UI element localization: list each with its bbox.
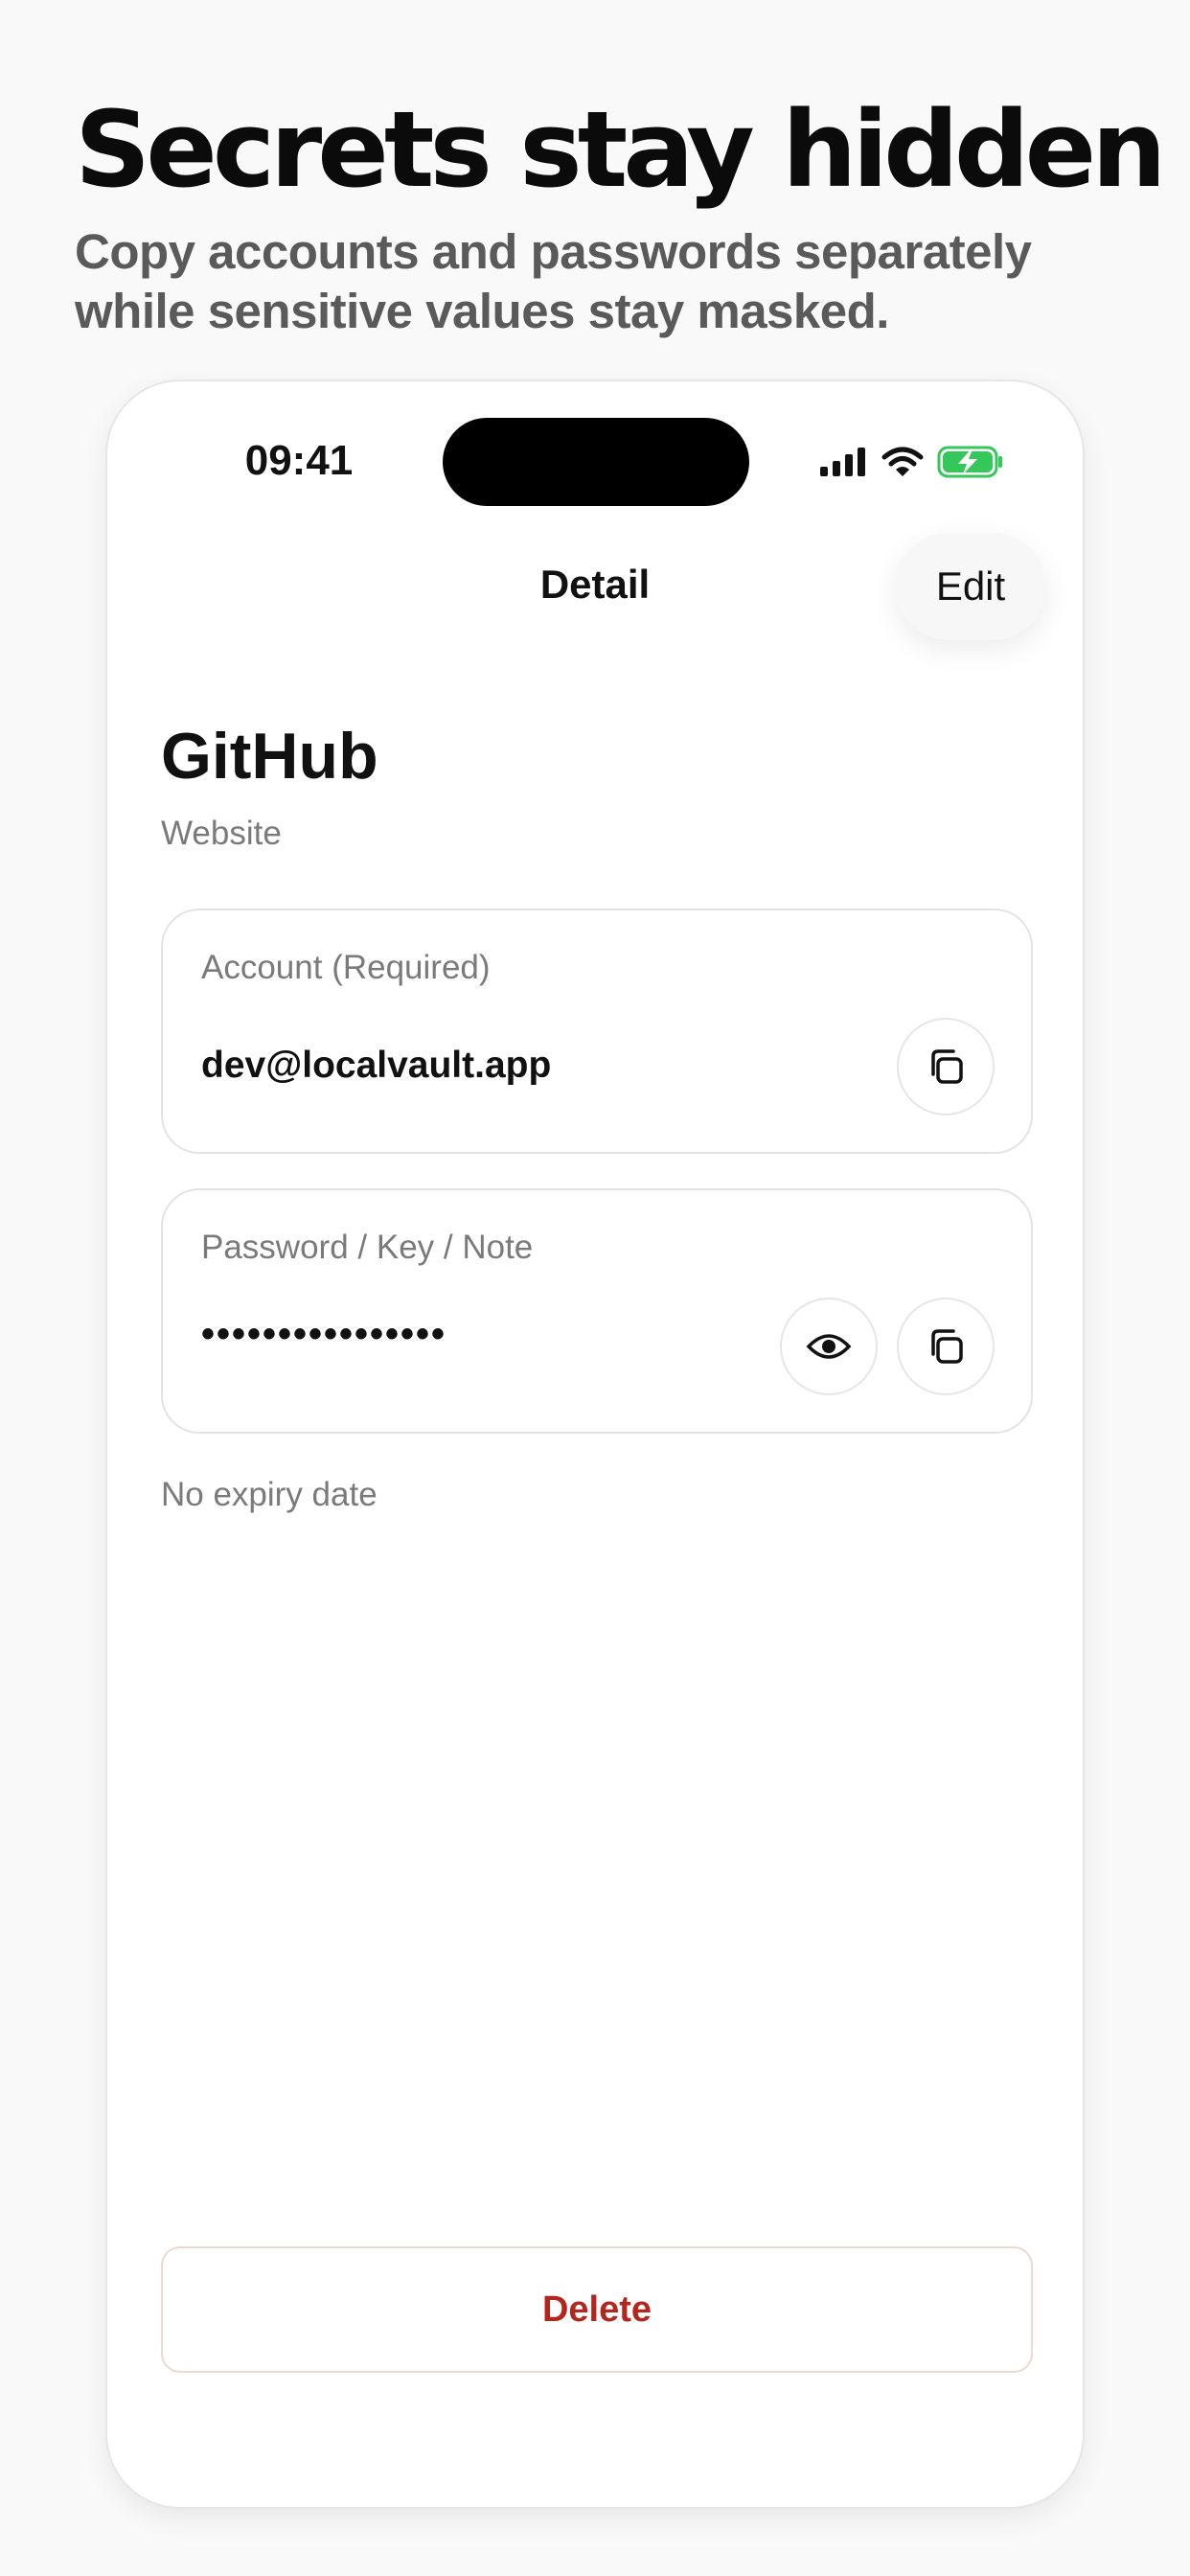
cellular-signal-icon [820,448,865,476]
account-field-card: Account (Required) dev@localvault.app [161,908,1033,1154]
password-masked-value: •••••••••••••••• [201,1313,447,1355]
password-field-card: Password / Key / Note •••••••••••••••• [161,1188,1033,1434]
status-icons [820,443,1004,481]
delete-button[interactable]: Delete [161,2246,1033,2373]
status-time: 09:41 [244,437,354,484]
copy-icon [931,1329,963,1364]
promo-header: Secrets stay hidden Copy accounts and pa… [75,88,1167,341]
entry-type: Website [161,815,282,852]
eye-icon [806,1334,852,1359]
reveal-password-button[interactable] [780,1298,878,1395]
account-label: Account (Required) [201,949,491,986]
account-value: dev@localvault.app [201,1045,552,1086]
dynamic-island [443,418,749,506]
copy-icon [931,1049,963,1084]
wifi-icon [881,447,924,476]
copy-password-button[interactable] [897,1298,995,1395]
password-label: Password / Key / Note [201,1229,534,1266]
copy-account-button[interactable] [897,1018,995,1116]
phone-frame: 09:41 Detail Edit GitHub Website Account… [105,380,1085,2509]
promo-headline: Secrets stay hidden [75,88,1167,211]
battery-charging-icon [937,446,1002,478]
expiry-text: No expiry date [161,1476,378,1513]
promo-subheadline: Copy accounts and passwords separately w… [75,224,1032,338]
edit-button[interactable]: Edit [895,533,1046,640]
entry-title: GitHub [161,720,378,793]
